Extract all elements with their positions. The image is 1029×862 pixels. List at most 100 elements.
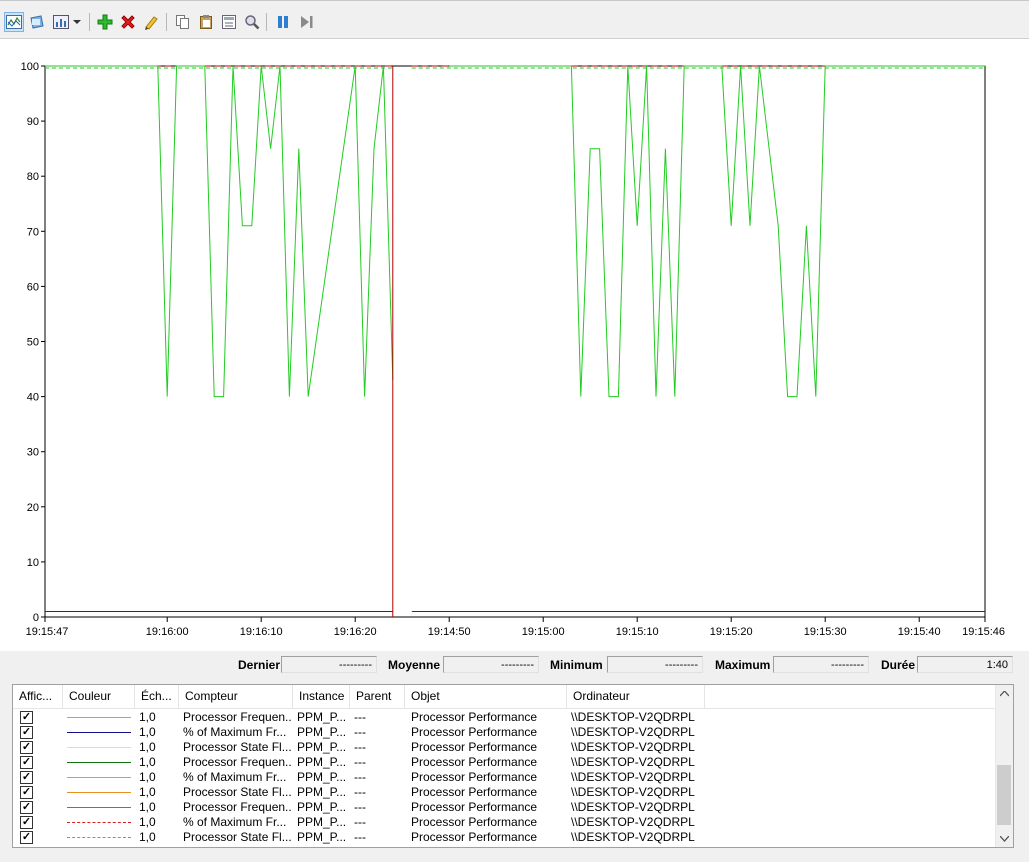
y-tick-label: 50 [27, 337, 39, 349]
computer-cell: \\DESKTOP-V2QDRPL [571, 785, 695, 799]
scroll-down-icon[interactable] [996, 830, 1013, 847]
header-object[interactable]: Objet [405, 685, 567, 708]
show-checkbox[interactable]: ✓ [20, 771, 33, 784]
show-checkbox[interactable]: ✓ [20, 801, 33, 814]
x-tick-label: 19:14:50 [428, 626, 471, 638]
header-show[interactable]: Affic... [13, 685, 63, 708]
color-swatch [67, 837, 131, 838]
y-tick-label: 10 [27, 557, 39, 569]
header-parent[interactable]: Parent [350, 685, 405, 708]
graph-area: 100 90 80 70 60 50 40 30 20 10 0 19:15:47 19:16:00 1… [0, 38, 1029, 651]
freeze-icon[interactable] [273, 12, 293, 32]
scale-cell: 1,0 [139, 830, 156, 844]
scale-cell: 1,0 [139, 755, 156, 769]
table-row[interactable]: ✓ 1,0 Processor Frequen... PPM_P... --- Proce… [13, 710, 998, 725]
scale-cell: 1,0 [139, 725, 156, 739]
instance-cell: PPM_P... [297, 710, 347, 724]
computer-cell: \\DESKTOP-V2QDRPL [571, 755, 695, 769]
show-checkbox[interactable]: ✓ [20, 786, 33, 799]
header-color[interactable]: Couleur [63, 685, 135, 708]
color-swatch [67, 777, 131, 778]
table-row[interactable]: ✓ 1,0 Processor State Fl... PPM_P... --- Proc… [13, 785, 998, 800]
instance-cell: PPM_P... [297, 830, 347, 844]
instance-cell: PPM_P... [297, 755, 347, 769]
counter-cell: Processor State Fl... [183, 785, 291, 799]
object-cell: Processor Performance [411, 755, 538, 769]
computer-cell: \\DESKTOP-V2QDRPL [571, 800, 695, 814]
show-checkbox[interactable]: ✓ [20, 711, 33, 724]
table-row[interactable]: ✓ 1,0 Processor State Fl... PPM_P... --- Proc… [13, 830, 998, 845]
counter-list: Affic... Couleur Éch... Compteur Instanc… [12, 684, 1014, 848]
freeze-display-icon[interactable] [27, 12, 47, 32]
average-value: --------- [443, 656, 539, 673]
y-tick-label: 60 [27, 281, 39, 293]
object-cell: Processor Performance [411, 785, 538, 799]
show-checkbox[interactable]: ✓ [20, 816, 33, 829]
color-swatch [67, 792, 131, 793]
y-tick-label: 30 [27, 447, 39, 459]
x-tick-label: 19:15:47 [26, 626, 69, 638]
instance-cell: PPM_P... [297, 740, 347, 754]
average-label: Moyenne [388, 658, 441, 672]
instance-cell: PPM_P... [297, 800, 347, 814]
delete-counter-icon[interactable] [118, 12, 138, 32]
instance-cell: PPM_P... [297, 815, 347, 829]
x-tick-label: 19:16:00 [146, 626, 189, 638]
y-tick-label: 0 [33, 612, 39, 624]
scale-cell: 1,0 [139, 710, 156, 724]
show-checkbox[interactable]: ✓ [20, 756, 33, 769]
scrollbar-thumb[interactable] [997, 765, 1011, 825]
instance-cell: PPM_P... [297, 725, 347, 739]
scale-cell: 1,0 [139, 785, 156, 799]
computer-cell: \\DESKTOP-V2QDRPL [571, 725, 695, 739]
statistics-bar: Dernier --------- Moyenne --------- Mini… [0, 650, 1029, 680]
table-row[interactable]: ✓ 1,0 % of Maximum Fr... PPM_P... --- Process… [13, 725, 998, 740]
paste-counter-list-icon[interactable] [196, 12, 216, 32]
object-cell: Processor Performance [411, 770, 538, 784]
toolbar [0, 0, 1029, 39]
view-graph-icon[interactable] [4, 12, 24, 32]
counter-cell: Processor State Fl... [183, 740, 291, 754]
header-computer[interactable]: Ordinateur [567, 685, 705, 708]
header-scale[interactable]: Éch... [135, 685, 179, 708]
header-instance[interactable]: Instance [293, 685, 350, 708]
maximum-value: --------- [773, 656, 869, 673]
table-row[interactable]: ✓ 1,0 Processor Frequen... PPM_P... --- Proce… [13, 755, 998, 770]
y-tick-label: 90 [27, 116, 39, 128]
object-cell: Processor Performance [411, 710, 538, 724]
scale-cell: 1,0 [139, 770, 156, 784]
x-tick-label: 19:15:30 [804, 626, 847, 638]
show-checkbox[interactable]: ✓ [20, 726, 33, 739]
show-checkbox[interactable]: ✓ [20, 831, 33, 844]
zoom-icon[interactable] [242, 12, 262, 32]
parent-cell: --- [354, 830, 366, 844]
scale-cell: 1,0 [139, 740, 156, 754]
vertical-scrollbar[interactable] [995, 685, 1013, 847]
table-row[interactable]: ✓ 1,0 Processor State Fl... PPM_P... --- Proc… [13, 740, 998, 755]
computer-cell: \\DESKTOP-V2QDRPL [571, 830, 695, 844]
plot-frame [44, 65, 986, 618]
table-row[interactable]: ✓ 1,0 % of Maximum Fr... PPM_P... --- Process… [13, 770, 998, 785]
change-graph-type-icon[interactable] [51, 12, 71, 32]
add-counter-icon[interactable] [95, 12, 115, 32]
object-cell: Processor Performance [411, 725, 538, 739]
y-tick-label: 20 [27, 502, 39, 514]
computer-cell: \\DESKTOP-V2QDRPL [571, 770, 695, 784]
color-swatch [67, 732, 131, 733]
properties-icon[interactable] [219, 12, 239, 32]
table-row[interactable]: ✓ 1,0 % of Maximum Fr... PPM_P... --- Process… [13, 815, 998, 830]
header-counter[interactable]: Compteur [179, 685, 293, 708]
parent-cell: --- [354, 815, 366, 829]
x-tick-label: 19:16:10 [240, 626, 283, 638]
table-row[interactable]: ✓ 1,0 Processor Frequen... PPM_P... --- Proce… [13, 800, 998, 815]
chevron-down-icon[interactable] [70, 12, 84, 32]
show-checkbox[interactable]: ✓ [20, 741, 33, 754]
highlight-icon[interactable] [141, 12, 161, 32]
x-tick-label: 19:15:00 [522, 626, 565, 638]
update-data-icon[interactable] [296, 12, 316, 32]
object-cell: Processor Performance [411, 800, 538, 814]
scroll-up-icon[interactable] [996, 685, 1013, 702]
copy-properties-icon[interactable] [173, 12, 193, 32]
y-tick-label: 70 [27, 226, 39, 238]
parent-cell: --- [354, 710, 366, 724]
